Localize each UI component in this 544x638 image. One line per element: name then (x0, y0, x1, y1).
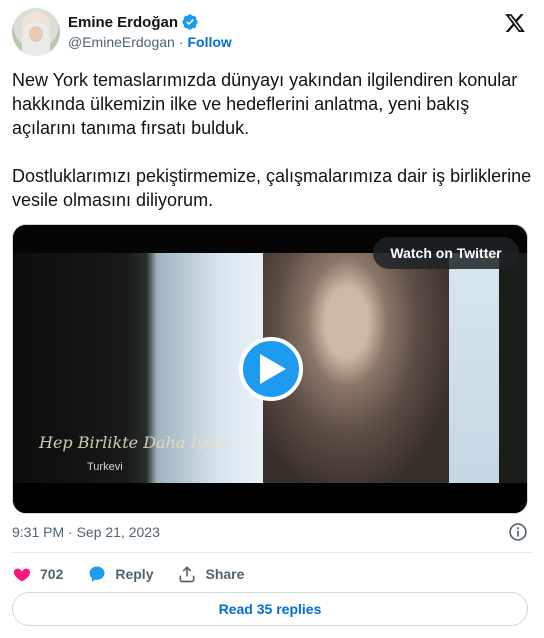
likes-count: 702 (40, 566, 64, 582)
author-handle[interactable]: @EmineErdogan (68, 34, 175, 50)
play-icon (260, 354, 286, 384)
watch-on-twitter-button[interactable]: Watch on Twitter (373, 237, 519, 269)
tweet-paragraph-2: Dostluklarımızı pekiştirmemize, çalışmal… (12, 166, 532, 210)
author-handle-row: @EmineErdogan · Follow (68, 34, 232, 50)
tweet-timestamp[interactable]: 9:31 PM · Sep 21, 2023 (12, 524, 160, 540)
avatar[interactable] (12, 8, 60, 56)
tweet-header: Emine Erdoğan @EmineErdogan · Follow (12, 8, 532, 56)
author-name[interactable]: Emine Erdoğan (68, 14, 178, 31)
heart-icon (13, 568, 31, 582)
share-action[interactable]: Share (177, 564, 244, 584)
x-logo-icon[interactable] (504, 12, 526, 34)
tweet-text: New York temaslarımızda dünyayı yakından… (12, 68, 532, 212)
video-watermark: Hep Birlikte Daha İyiye (39, 433, 230, 452)
video-letterbox-bottom (13, 483, 527, 513)
follow-link[interactable]: Follow (188, 34, 232, 50)
share-icon (179, 566, 195, 583)
video-brand-label: Turkevi (87, 461, 123, 473)
embedded-tweet-card: Emine Erdoğan @EmineErdogan · Follow New… (0, 0, 544, 638)
reply-action[interactable]: Reply (87, 564, 153, 584)
author-name-row: Emine Erdoğan (68, 12, 199, 32)
tweet-paragraph-1: New York temaslarımızda dünyayı yakından… (12, 70, 518, 138)
separator-dot: · (178, 34, 184, 50)
video-media[interactable]: Hep Birlikte Daha İyiye Turkevi Watch on… (12, 224, 528, 514)
read-replies-button[interactable]: Read 35 replies (12, 592, 528, 626)
share-label: Share (205, 566, 245, 582)
reply-label: Reply (115, 566, 154, 582)
info-icon[interactable] (508, 522, 528, 542)
verified-badge-icon (182, 14, 198, 30)
play-button[interactable] (239, 337, 303, 401)
like-action[interactable]: 702 (12, 564, 63, 584)
divider (12, 552, 532, 553)
reply-bubble-icon (89, 566, 105, 582)
tweet-actions: 702 Reply Share (12, 562, 268, 586)
video-dark-panel (499, 253, 527, 485)
video-window-panel (449, 253, 499, 485)
